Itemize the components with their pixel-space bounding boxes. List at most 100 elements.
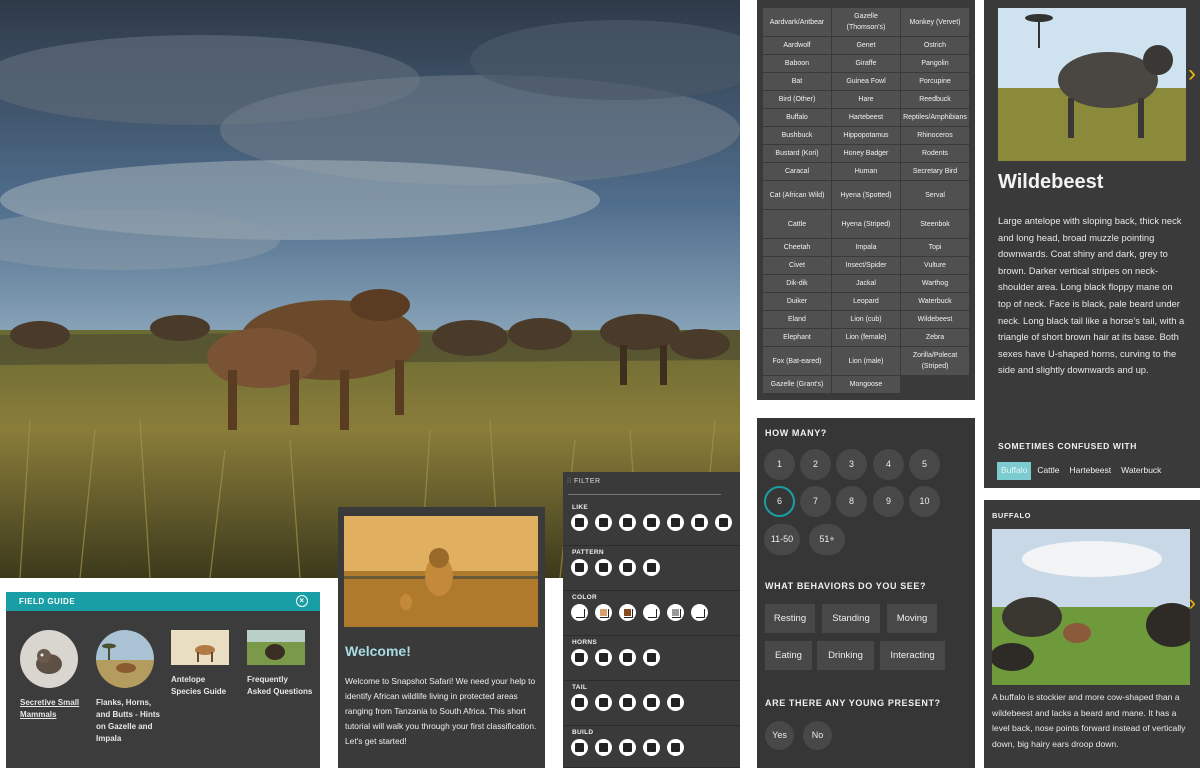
field-guide-item[interactable]: Frequently Asked Questions bbox=[247, 630, 313, 698]
filter-option-icon[interactable] bbox=[619, 739, 636, 756]
young-option[interactable]: Yes bbox=[765, 721, 794, 750]
species-button[interactable]: Reptiles/Amphibians bbox=[901, 109, 969, 126]
count-option[interactable]: 6 bbox=[764, 486, 795, 517]
species-button[interactable]: Duiker bbox=[763, 293, 831, 310]
species-button[interactable]: Impala bbox=[832, 239, 900, 256]
species-button[interactable]: Bushbuck bbox=[763, 127, 831, 144]
species-button[interactable]: Baboon bbox=[763, 55, 831, 72]
species-button[interactable]: Reedbuck bbox=[901, 91, 969, 108]
species-button[interactable]: Hippopotamus bbox=[832, 127, 900, 144]
confused-with-chip[interactable]: Cattle bbox=[1033, 462, 1063, 480]
species-button[interactable]: Rhinoceros bbox=[901, 127, 969, 144]
filter-option-icon[interactable] bbox=[595, 694, 612, 711]
field-guide-item[interactable]: Antelope Species Guide bbox=[171, 630, 237, 698]
confused-with-chip[interactable]: Buffalo bbox=[997, 462, 1032, 480]
filter-option-icon[interactable] bbox=[691, 604, 708, 621]
filter-option-icon[interactable] bbox=[667, 694, 684, 711]
species-button[interactable]: Gazelle (Grant's) bbox=[763, 376, 831, 393]
species-button[interactable]: Eland bbox=[763, 311, 831, 328]
species-button[interactable]: Civet bbox=[763, 257, 831, 274]
species-button[interactable]: Porcupine bbox=[901, 73, 969, 90]
count-option[interactable]: 4 bbox=[873, 449, 904, 480]
species-button[interactable]: Buffalo bbox=[763, 109, 831, 126]
filter-header[interactable]: ⫶⫶ FILTER bbox=[567, 478, 601, 486]
filter-option-icon[interactable] bbox=[571, 514, 588, 531]
species-button[interactable]: Waterbuck bbox=[901, 293, 969, 310]
species-button[interactable]: Monkey (Vervet) bbox=[901, 8, 969, 36]
filter-option-icon[interactable] bbox=[595, 739, 612, 756]
filter-option-icon[interactable] bbox=[595, 559, 612, 576]
species-button[interactable]: Hyena (Spotted) bbox=[832, 181, 900, 209]
species-button[interactable]: Caracal bbox=[763, 163, 831, 180]
count-option[interactable]: 51+ bbox=[809, 524, 845, 555]
species-button[interactable]: Hare bbox=[832, 91, 900, 108]
next-image-icon[interactable]: › bbox=[1188, 60, 1196, 88]
species-button[interactable]: Cat (African Wild) bbox=[763, 181, 831, 209]
filter-option-icon[interactable] bbox=[619, 694, 636, 711]
species-button[interactable]: Mongoose bbox=[832, 376, 900, 393]
species-button[interactable]: Lion (female) bbox=[832, 329, 900, 346]
filter-option-icon[interactable] bbox=[667, 604, 684, 621]
species-button[interactable]: Fox (Bat-eared) bbox=[763, 347, 831, 375]
filter-option-icon[interactable] bbox=[667, 739, 684, 756]
behavior-option[interactable]: Standing bbox=[822, 604, 880, 633]
species-button[interactable]: Genet bbox=[832, 37, 900, 54]
count-option[interactable]: 2 bbox=[800, 449, 831, 480]
behavior-option[interactable]: Resting bbox=[765, 604, 815, 633]
behavior-option[interactable]: Drinking bbox=[817, 641, 874, 670]
species-button[interactable]: Bat bbox=[763, 73, 831, 90]
species-button[interactable]: Gazelle (Thomson's) bbox=[832, 8, 900, 36]
confused-with-chip[interactable]: Waterbuck bbox=[1117, 462, 1165, 480]
species-button[interactable]: Lion (male) bbox=[832, 347, 900, 375]
species-button[interactable]: Pangolin bbox=[901, 55, 969, 72]
species-button[interactable]: Warthog bbox=[901, 275, 969, 292]
filter-option-icon[interactable] bbox=[643, 649, 660, 666]
species-button[interactable]: Steenbok bbox=[901, 210, 969, 238]
count-option[interactable]: 1 bbox=[764, 449, 795, 480]
next-image-icon[interactable]: › bbox=[1189, 590, 1196, 616]
filter-option-icon[interactable] bbox=[595, 514, 612, 531]
filter-option-icon[interactable] bbox=[619, 649, 636, 666]
filter-option-icon[interactable] bbox=[571, 559, 588, 576]
species-button[interactable]: Bird (Other) bbox=[763, 91, 831, 108]
filter-option-icon[interactable] bbox=[643, 694, 660, 711]
filter-option-icon[interactable] bbox=[643, 514, 660, 531]
behavior-option[interactable]: Moving bbox=[887, 604, 937, 633]
filter-option-icon[interactable] bbox=[643, 559, 660, 576]
filter-option-icon[interactable] bbox=[595, 649, 612, 666]
species-button[interactable]: Elephant bbox=[763, 329, 831, 346]
species-button[interactable]: Insect/Spider bbox=[832, 257, 900, 274]
species-button[interactable]: Zebra bbox=[901, 329, 969, 346]
confused-with-chip[interactable]: Hartebeest bbox=[1066, 462, 1116, 480]
filter-option-icon[interactable] bbox=[571, 604, 588, 621]
behavior-option[interactable]: Eating bbox=[765, 641, 812, 670]
species-button[interactable]: Bustard (Kori) bbox=[763, 145, 831, 162]
close-icon[interactable]: × bbox=[296, 595, 308, 607]
species-button[interactable]: Topi bbox=[901, 239, 969, 256]
species-button[interactable]: Guinea Fowl bbox=[832, 73, 900, 90]
count-option[interactable]: 10 bbox=[909, 486, 940, 517]
filter-option-icon[interactable] bbox=[643, 739, 660, 756]
species-button[interactable]: Serval bbox=[901, 181, 969, 209]
species-button[interactable]: Zorilla/Polecat (Striped) bbox=[901, 347, 969, 375]
species-button[interactable]: Jackal bbox=[832, 275, 900, 292]
species-button[interactable]: Wildebeest bbox=[901, 311, 969, 328]
species-button[interactable]: Rodents bbox=[901, 145, 969, 162]
count-option[interactable]: 3 bbox=[836, 449, 867, 480]
species-button[interactable]: Giraffe bbox=[832, 55, 900, 72]
species-button[interactable]: Leopard bbox=[832, 293, 900, 310]
filter-option-icon[interactable] bbox=[691, 514, 708, 531]
species-button[interactable]: Aardwolf bbox=[763, 37, 831, 54]
young-option[interactable]: No bbox=[803, 721, 832, 750]
field-guide-item[interactable]: Secretive Small Mammals bbox=[20, 630, 86, 721]
species-button[interactable]: Ostrich bbox=[901, 37, 969, 54]
species-button[interactable]: Honey Badger bbox=[832, 145, 900, 162]
species-button[interactable]: Secretary Bird bbox=[901, 163, 969, 180]
filter-option-icon[interactable] bbox=[571, 739, 588, 756]
filter-option-icon[interactable] bbox=[619, 559, 636, 576]
species-button[interactable]: Lion (cub) bbox=[832, 311, 900, 328]
filter-option-icon[interactable] bbox=[643, 604, 660, 621]
field-guide-item[interactable]: Flanks, Horns, and Butts - Hints on Gaze… bbox=[96, 630, 162, 745]
species-button[interactable]: Hartebeest bbox=[832, 109, 900, 126]
filter-option-icon[interactable] bbox=[595, 604, 612, 621]
